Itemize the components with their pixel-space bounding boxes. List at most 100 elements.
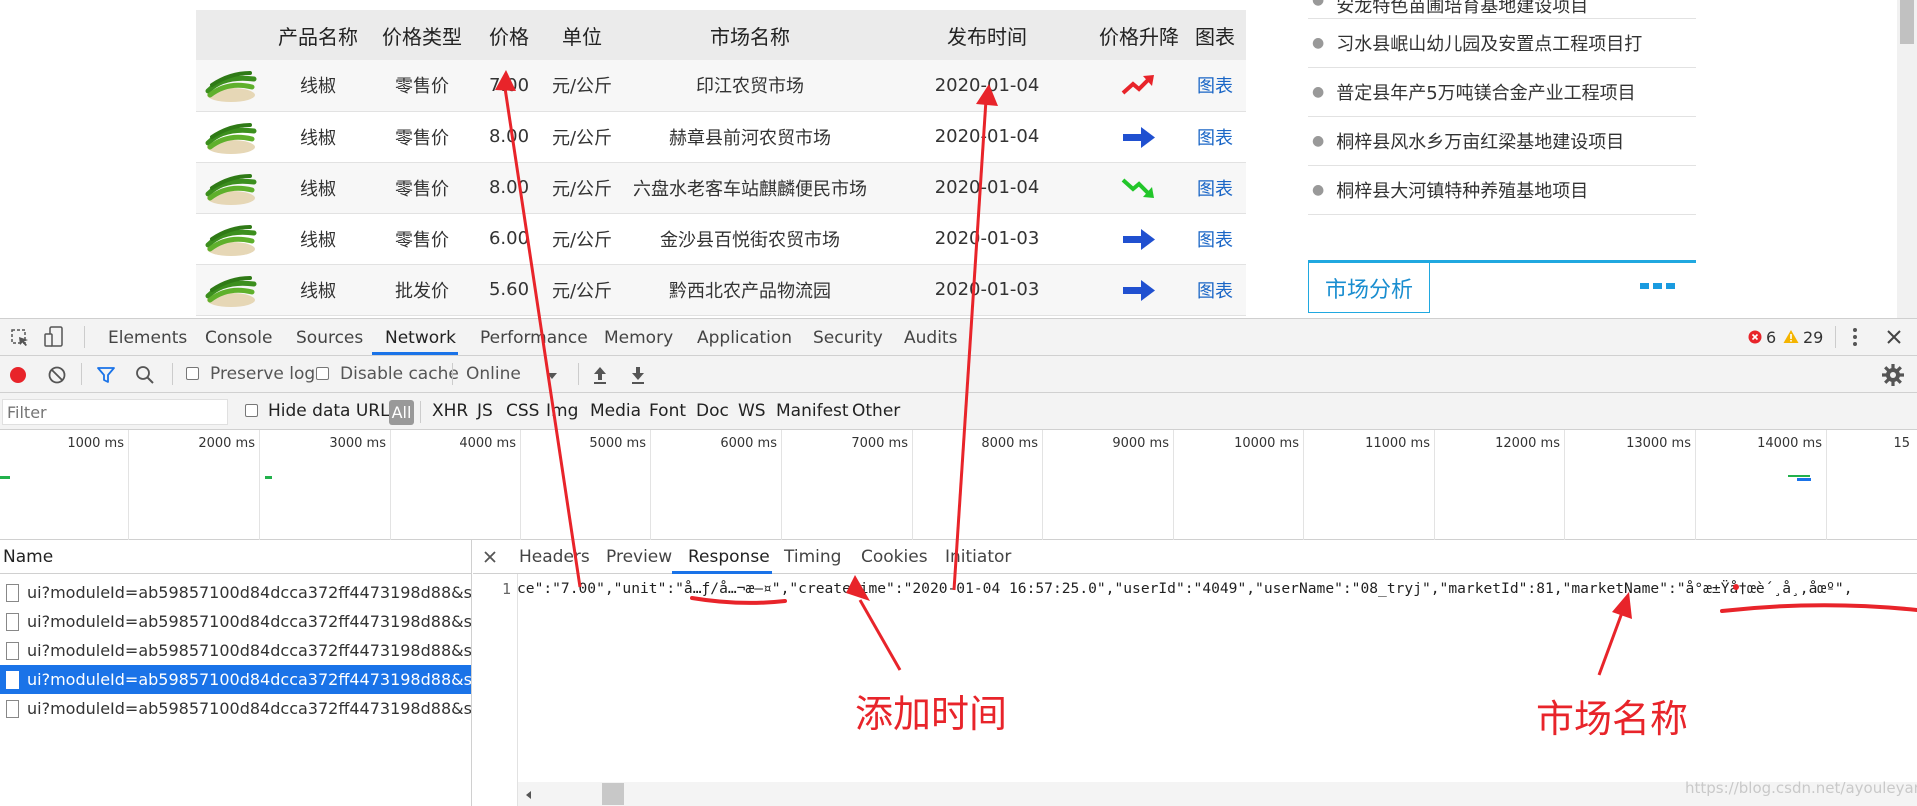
- filter-type-doc[interactable]: Doc: [696, 401, 729, 421]
- preserve-log-label[interactable]: Preserve log: [210, 364, 315, 384]
- tab-elements[interactable]: Elements: [108, 328, 187, 348]
- request-row[interactable]: ui?moduleId=ab59857100d84dcca372ff447319…: [0, 578, 471, 607]
- tab-preview[interactable]: Preview: [606, 547, 672, 567]
- chart-link[interactable]: 图表: [1197, 281, 1233, 302]
- more-icon[interactable]: [1640, 283, 1675, 289]
- product-image-cell: [196, 60, 266, 112]
- search-icon[interactable]: [134, 364, 156, 386]
- hide-data-urls-label[interactable]: Hide data URLs: [268, 401, 398, 421]
- filter-type-other[interactable]: Other: [852, 401, 900, 421]
- column-header: 发布时间: [880, 10, 1094, 60]
- page-scrollbar-thumb[interactable]: [1900, 0, 1914, 44]
- horizontal-scrollbar-thumb[interactable]: [602, 783, 624, 805]
- hide-data-urls-checkbox[interactable]: [245, 404, 258, 417]
- news-title[interactable]: 桐梓县大河镇特种养殖基地项目: [1336, 177, 1588, 203]
- error-count[interactable]: 6: [1766, 328, 1776, 347]
- publish-date: 2020-01-04: [934, 74, 1040, 96]
- news-item[interactable]: ● 习水县岷山幼儿园及安置点工程项目打: [1308, 19, 1696, 68]
- request-name[interactable]: ui?moduleId=ab59857100d84dcca372ff447319…: [27, 699, 471, 718]
- document-icon: [6, 641, 19, 660]
- request-name[interactable]: ui?moduleId=ab59857100d84dcca372ff447319…: [27, 612, 471, 631]
- name-column-header[interactable]: Name: [0, 540, 471, 574]
- network-overview-timeline[interactable]: 1000 ms 2000 ms 3000 ms 4000 ms 5000 ms …: [0, 430, 1917, 540]
- tab-network[interactable]: Network: [385, 328, 456, 348]
- export-har-icon[interactable]: [630, 365, 646, 385]
- timeline-tick-label: 7000 ms: [851, 436, 908, 451]
- chart-link[interactable]: 图表: [1197, 230, 1233, 251]
- tab-console[interactable]: Console: [205, 328, 273, 348]
- chart-link[interactable]: 图表: [1197, 179, 1233, 200]
- request-row[interactable]: ui?moduleId=ab59857100d84dcca372ff447319…: [0, 636, 471, 665]
- chevron-down-icon[interactable]: [546, 372, 558, 380]
- tab-sources[interactable]: Sources: [296, 328, 363, 348]
- filter-type-ws[interactable]: WS: [738, 401, 766, 421]
- request-row[interactable]: ui?moduleId=ab59857100d84dcca372ff447319…: [0, 694, 471, 723]
- filter-input[interactable]: [2, 399, 228, 425]
- inspect-element-icon[interactable]: [10, 328, 30, 348]
- tab-memory[interactable]: Memory: [604, 328, 673, 348]
- trend-flat-icon: [1123, 279, 1155, 301]
- chart-link[interactable]: 图表: [1197, 128, 1233, 149]
- tab-cookies[interactable]: Cookies: [861, 547, 928, 567]
- tab-response[interactable]: Response: [688, 547, 770, 567]
- price-trend-cell: [1094, 60, 1184, 112]
- close-icon[interactable]: [484, 551, 496, 563]
- tab-timing[interactable]: Timing: [784, 547, 841, 567]
- throttle-select[interactable]: Online: [466, 364, 521, 384]
- news-title[interactable]: 普定县年产5万吨镁合金产业工程项目: [1336, 79, 1635, 105]
- news-title[interactable]: 习水县岷山幼儿园及安置点工程项目打: [1336, 30, 1642, 56]
- product-name-cell: 线椒: [266, 264, 370, 316]
- request-name[interactable]: ui?moduleId=ab59857100d84dcca372ff447319…: [27, 583, 471, 602]
- product-name-cell: 线椒: [266, 60, 370, 112]
- filter-type-img[interactable]: Img: [546, 401, 578, 421]
- tab-application[interactable]: Application: [697, 328, 792, 348]
- pepper-icon: [205, 275, 257, 307]
- tab-security[interactable]: Security: [813, 328, 883, 348]
- tab-initiator[interactable]: Initiator: [945, 547, 1011, 567]
- filter-type-xhr[interactable]: XHR: [432, 401, 468, 421]
- news-item[interactable]: ● 桐梓县大河镇特种养殖基地项目: [1308, 166, 1696, 215]
- filter-type-js[interactable]: JS: [477, 401, 493, 421]
- request-row-selected[interactable]: ui?moduleId=ab59857100d84dcca372ff447319…: [0, 665, 471, 694]
- publish-date: 2020-01-03: [934, 228, 1040, 249]
- tab-audits[interactable]: Audits: [904, 328, 957, 348]
- gear-icon[interactable]: [1882, 364, 1904, 386]
- filter-type-all[interactable]: All: [389, 400, 414, 425]
- request-name[interactable]: ui?moduleId=ab59857100d84dcca372ff447319…: [27, 641, 471, 660]
- price-trend-cell: [1094, 264, 1184, 316]
- news-item[interactable]: ● 安龙特色苗圃培育基地建设项目: [1308, 0, 1696, 19]
- product-name-cell: 线椒: [266, 162, 370, 214]
- error-icon[interactable]: [1748, 330, 1762, 344]
- response-body[interactable]: ce":"7.00","unit":"å…ƒ/å…¬æ–¤","createTi…: [517, 580, 1917, 597]
- tab-performance[interactable]: Performance: [480, 328, 588, 348]
- warning-icon[interactable]: [1783, 329, 1799, 344]
- page-scrollbar[interactable]: [1897, 0, 1917, 318]
- warning-count[interactable]: 29: [1803, 328, 1823, 347]
- filter-icon[interactable]: [96, 365, 116, 385]
- request-name[interactable]: ui?moduleId=ab59857100d84dcca372ff447319…: [27, 670, 471, 689]
- device-toolbar-icon[interactable]: [44, 326, 64, 348]
- filter-type-manifest[interactable]: Manifest: [776, 401, 849, 421]
- chart-link[interactable]: 图表: [1197, 76, 1233, 97]
- tab-headers[interactable]: Headers: [519, 547, 590, 567]
- request-row[interactable]: ui?moduleId=ab59857100d84dcca372ff447319…: [0, 607, 471, 636]
- scroll-left-icon[interactable]: [524, 790, 532, 800]
- filter-type-media[interactable]: Media: [590, 401, 641, 421]
- disable-cache-checkbox[interactable]: [316, 367, 329, 380]
- news-title[interactable]: 安龙特色苗圃培育基地建设项目: [1336, 0, 1588, 18]
- clear-icon[interactable]: [47, 365, 67, 385]
- preserve-log-checkbox[interactable]: [186, 367, 199, 380]
- news-title[interactable]: 桐梓县风水乡万亩红梁基地建设项目: [1336, 128, 1624, 154]
- publish-date: 2020-01-04: [934, 177, 1040, 198]
- news-item[interactable]: ● 普定县年产5万吨镁合金产业工程项目: [1308, 68, 1696, 117]
- import-har-icon[interactable]: [592, 365, 608, 385]
- filter-type-font[interactable]: Font: [649, 401, 686, 421]
- more-options-icon[interactable]: [1850, 327, 1860, 347]
- price-value: 7.00: [488, 74, 530, 96]
- news-item[interactable]: ● 桐梓县风水乡万亩红梁基地建设项目: [1308, 117, 1696, 166]
- filter-type-css[interactable]: CSS: [506, 401, 539, 421]
- record-icon[interactable]: [8, 365, 28, 385]
- market-analysis-tab[interactable]: 市场分析: [1308, 263, 1430, 313]
- close-icon[interactable]: [1886, 329, 1902, 345]
- disable-cache-label[interactable]: Disable cache: [340, 364, 459, 384]
